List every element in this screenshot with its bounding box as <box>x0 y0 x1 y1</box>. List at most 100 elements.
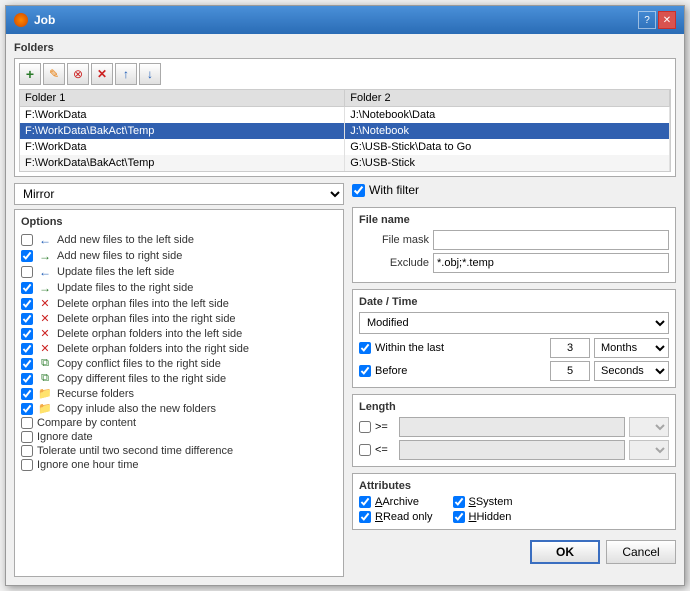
option-checkbox-opt14[interactable] <box>21 431 33 443</box>
gte-checkbox[interactable] <box>359 421 371 433</box>
folder2-cell: G:\USB-Stick\Data to Go <box>345 139 670 155</box>
option-icon: ⧉ <box>37 372 53 385</box>
option-label: Delete orphan folders into the right sid… <box>57 343 249 355</box>
option-checkbox-opt13[interactable] <box>21 417 33 429</box>
option-checkbox-opt11[interactable] <box>21 388 33 400</box>
lte-checkbox[interactable] <box>359 444 371 456</box>
datetime-title: Date / Time <box>359 296 669 308</box>
option-checkbox-opt5[interactable] <box>21 298 33 310</box>
folder-row[interactable]: F:\WorkDataG:\USB-Stick\Data to Go <box>20 139 670 155</box>
edit-folder-button[interactable]: ✎ <box>43 63 65 85</box>
title-bar: Job ? ✕ <box>6 6 684 34</box>
option-icon: → <box>37 281 53 295</box>
option-checkbox-opt4[interactable] <box>21 282 33 294</box>
with-filter-checkbox[interactable] <box>352 184 365 197</box>
option-item: → Update files to the right side <box>21 280 337 296</box>
system-checkbox[interactable] <box>453 496 465 508</box>
option-checkbox-opt15[interactable] <box>21 445 33 457</box>
exclude-label: Exclude <box>359 257 429 269</box>
file-name-title: File name <box>359 214 669 226</box>
folder-table: Folder 1 Folder 2 F:\WorkDataJ:\Notebook… <box>20 90 670 171</box>
option-item: ⧉Copy different files to the right side <box>21 371 337 386</box>
option-item: Ignore one hour time <box>21 458 337 472</box>
folders-toolbar: + ✎ ⊗ ✕ ↑ ↓ <box>19 63 671 85</box>
option-checkbox-opt8[interactable] <box>21 343 33 355</box>
folder-row[interactable]: F:\WorkData\BakAct\TempG:\USB-Stick <box>20 155 670 171</box>
folder1-cell: F:\WorkData <box>20 107 345 124</box>
archive-checkbox[interactable] <box>359 496 371 508</box>
with-filter-label: With filter <box>369 183 419 197</box>
option-icon: ✕ <box>37 342 53 355</box>
option-item: Ignore date <box>21 430 337 444</box>
lte-unit-select[interactable] <box>629 440 669 460</box>
attr-col-right: SSystem HHidden <box>453 496 513 523</box>
system-row: SSystem <box>453 496 513 508</box>
help-button[interactable]: ? <box>638 11 656 29</box>
gte-unit-select[interactable] <box>629 417 669 437</box>
folder-row[interactable]: F:\WorkData\BakAct\TempJ:\Notebook <box>20 123 670 139</box>
option-label: Update files the left side <box>57 266 174 278</box>
option-checkbox-opt12[interactable] <box>21 403 33 415</box>
hidden-checkbox[interactable] <box>453 511 465 523</box>
gte-input[interactable] <box>399 417 625 437</box>
within-checkbox[interactable] <box>359 342 371 354</box>
exclude-row: Exclude <box>359 253 669 273</box>
option-label: Compare by content <box>37 417 136 429</box>
exclude-input[interactable] <box>433 253 669 273</box>
option-label: Tolerate until two second time differenc… <box>37 445 233 457</box>
option-label: Copy inlude also the new folders <box>57 403 216 415</box>
close-button[interactable]: ✕ <box>658 11 676 29</box>
file-mask-row: File mask <box>359 230 669 250</box>
before-checkbox[interactable] <box>359 365 371 377</box>
folder2-cell: J:\Notebook <box>345 123 670 139</box>
stop-button[interactable]: ⊗ <box>67 63 89 85</box>
folder1-cell: F:\WorkData\BakAct\Temp <box>20 155 345 171</box>
move-up-button[interactable]: ↑ <box>115 63 137 85</box>
right-panel: With filter File name File mask Exclude <box>352 183 676 577</box>
option-label: Update files to the right side <box>57 282 193 294</box>
option-checkbox-opt3[interactable] <box>21 266 33 278</box>
option-label: Delete orphan files into the left side <box>57 298 229 310</box>
option-checkbox-opt1[interactable] <box>21 234 33 246</box>
system-label: SSystem <box>469 496 513 508</box>
option-checkbox-opt16[interactable] <box>21 459 33 471</box>
option-label: Ignore date <box>37 431 93 443</box>
option-item: 📁Recurse folders <box>21 386 337 401</box>
before-value-input[interactable] <box>550 361 590 381</box>
within-unit-select[interactable]: Months Days Hours Minutes Seconds <box>594 338 669 358</box>
option-checkbox-opt6[interactable] <box>21 313 33 325</box>
option-label: Add new files to the left side <box>57 234 194 246</box>
option-checkbox-opt9[interactable] <box>21 358 33 370</box>
option-icon: → <box>37 249 53 263</box>
lte-input[interactable] <box>399 440 625 460</box>
move-down-button[interactable]: ↓ <box>139 63 161 85</box>
gte-label: >= <box>375 421 395 433</box>
sync-mode-select[interactable]: Mirror Backup Sync <box>14 183 344 205</box>
within-value-input[interactable] <box>550 338 590 358</box>
before-unit-select[interactable]: Months Days Hours Minutes Seconds <box>594 361 669 381</box>
ok-button[interactable]: OK <box>530 540 600 564</box>
option-label: Add new files to right side <box>57 250 182 262</box>
add-folder-button[interactable]: + <box>19 63 41 85</box>
datetime-select[interactable]: Modified Created Accessed <box>359 312 669 334</box>
folder2-cell: J:\Notebook\Data <box>345 107 670 124</box>
cancel-button[interactable]: Cancel <box>606 540 676 564</box>
length-section: Length >= <= <box>352 394 676 467</box>
before-row: Before Months Days Hours Minutes Seconds <box>359 361 669 381</box>
folder-row[interactable]: F:\WorkDataJ:\Notebook\Data <box>20 107 670 124</box>
option-label: Recurse folders <box>57 388 134 400</box>
readonly-checkbox[interactable] <box>359 511 371 523</box>
dialog-title: Job <box>34 13 55 27</box>
dialog: Job ? ✕ Folders + ✎ ⊗ ✕ ↑ ↓ <box>5 5 685 586</box>
delete-folder-button[interactable]: ✕ <box>91 63 113 85</box>
folder1-cell: F:\WorkData <box>20 139 345 155</box>
option-item: Tolerate until two second time differenc… <box>21 444 337 458</box>
title-bar-controls: ? ✕ <box>638 11 676 29</box>
option-checkbox-opt2[interactable] <box>21 250 33 262</box>
option-checkbox-opt10[interactable] <box>21 373 33 385</box>
file-mask-input[interactable] <box>433 230 669 250</box>
lte-label: <= <box>375 444 395 456</box>
option-label: Delete orphan files into the right side <box>57 313 236 325</box>
option-checkbox-opt7[interactable] <box>21 328 33 340</box>
col1-header: Folder 1 <box>20 90 345 107</box>
